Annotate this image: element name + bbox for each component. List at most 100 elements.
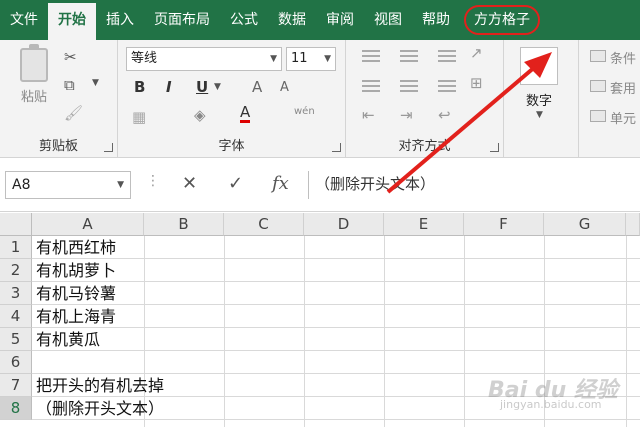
column-header-c[interactable]: C [224, 213, 304, 236]
row-header-7[interactable]: 7 [0, 374, 32, 397]
clipboard-group: 粘贴 ✂ ⧉ ▼ 🖌 剪贴板 [0, 40, 118, 158]
row-header-3[interactable]: 3 [0, 282, 32, 305]
conditional-format-icon [590, 50, 606, 62]
align-top-icon[interactable] [362, 50, 380, 62]
cell-a3[interactable]: 有机马铃薯 [36, 282, 116, 305]
tab-file[interactable]: 文件 [0, 0, 48, 40]
cell-a5[interactable]: 有机黄瓜 [36, 328, 100, 351]
name-box-value: A8 [12, 177, 31, 193]
tab-view[interactable]: 视图 [364, 0, 412, 40]
column-header-d[interactable]: D [304, 213, 384, 236]
row-header-4[interactable]: 4 [0, 305, 32, 328]
underline-dropdown-icon[interactable]: ▼ [214, 82, 221, 92]
row-header-8[interactable]: 8 [0, 397, 32, 420]
italic-button[interactable]: I [166, 78, 172, 96]
row-header-1[interactable]: 1 [0, 236, 32, 259]
tab-data[interactable]: 数据 [268, 0, 316, 40]
align-center-icon[interactable] [400, 80, 418, 92]
copy-icon[interactable]: ⧉ [64, 76, 75, 94]
grid-line [224, 236, 225, 427]
tab-help[interactable]: 帮助 [412, 0, 460, 40]
align-left-icon[interactable] [362, 80, 380, 92]
alignment-launcher-icon[interactable] [490, 143, 499, 152]
cell-a1[interactable]: 有机西红柿 [36, 236, 116, 259]
align-bottom-icon[interactable] [438, 50, 456, 62]
align-middle-icon[interactable] [400, 50, 418, 62]
cell-a7[interactable]: 把开头的有机去掉 [36, 374, 164, 397]
format-as-table-button[interactable]: 套用 [610, 78, 636, 97]
font-group-label: 字体 [218, 139, 245, 154]
cell-styles-button[interactable]: 单元 [610, 108, 636, 127]
font-size-value: 11 [291, 51, 308, 66]
column-header-b[interactable]: B [144, 213, 224, 236]
more-icon: ⋮ [146, 173, 160, 189]
decrease-indent-icon[interactable]: ⇤ [362, 106, 375, 124]
phonetic-guide-button[interactable]: wén [294, 106, 315, 117]
number-format-button[interactable]: % [520, 47, 558, 85]
orientation-icon[interactable]: ↗ [470, 44, 483, 62]
font-grow-button[interactable]: A [252, 78, 262, 96]
column-header-g[interactable]: G [544, 213, 626, 236]
percent-icon: % [533, 59, 545, 73]
name-box[interactable]: A8 ▼ [5, 171, 131, 199]
underline-button[interactable]: U [196, 78, 208, 96]
number-dropdown-icon[interactable]: ▼ [536, 110, 543, 120]
conditional-format-button[interactable]: 条件 [610, 48, 636, 67]
tab-home[interactable]: 开始 [48, 0, 96, 40]
chevron-down-icon: ▼ [270, 54, 277, 64]
increase-indent-icon[interactable]: ⇥ [400, 106, 413, 124]
grid-line [384, 236, 385, 427]
font-name-select[interactable]: 等线 ▼ [126, 47, 282, 71]
cell-a2[interactable]: 有机胡萝卜 [36, 259, 116, 282]
paste-icon [20, 44, 48, 82]
tab-formulas[interactable]: 公式 [220, 0, 268, 40]
column-header-h[interactable] [626, 213, 640, 236]
border-icon[interactable]: ▦ [132, 108, 146, 126]
font-color-button[interactable]: A [240, 104, 251, 123]
wrap-text-icon[interactable]: ↩ [438, 106, 451, 124]
ribbon: 粘贴 ✂ ⧉ ▼ 🖌 剪贴板 等线 ▼ 11 ▼ B I U ▼ A A ▦ ◈… [0, 40, 640, 158]
cut-icon[interactable]: ✂ [64, 48, 77, 66]
clipboard-launcher-icon[interactable] [104, 143, 113, 152]
tab-fangfang-addin[interactable]: 方方格子 [464, 5, 540, 35]
grid-line [626, 236, 627, 427]
copy-dropdown-icon[interactable]: ▼ [92, 78, 99, 88]
formula-bar: A8 ▼ ⋮ ✕ ✓ fx （删除开头文本） [0, 158, 640, 212]
tab-review[interactable]: 审阅 [316, 0, 364, 40]
cell-styles-icon [590, 110, 606, 122]
select-all-corner[interactable] [0, 213, 32, 236]
format-painter-icon[interactable]: 🖌 [64, 104, 83, 122]
alignment-group-label: 对齐方式 [398, 139, 451, 154]
align-right-icon[interactable] [438, 80, 456, 92]
row-header-5[interactable]: 5 [0, 328, 32, 351]
insert-function-button[interactable]: fx [272, 173, 289, 194]
paste-label: 粘贴 [20, 90, 47, 105]
column-header-a[interactable]: A [32, 213, 144, 236]
alignment-group: ↗ ⊞ ⇤ ⇥ ↩ 对齐方式 [346, 40, 504, 158]
font-size-select[interactable]: 11 ▼ [286, 47, 336, 71]
grid-line [304, 236, 305, 427]
row-header-6[interactable]: 6 [0, 351, 32, 374]
tab-page-layout[interactable]: 页面布局 [144, 0, 220, 40]
number-label: 数字 [525, 94, 552, 109]
bold-button[interactable]: B [134, 78, 145, 96]
tab-insert[interactable]: 插入 [96, 0, 144, 40]
chevron-down-icon: ▼ [324, 54, 331, 64]
column-header-e[interactable]: E [384, 213, 464, 236]
menu-bar: 文件 开始 插入 页面布局 公式 数据 审阅 视图 帮助 方方格子 [0, 0, 640, 40]
cell-a4[interactable]: 有机上海青 [36, 305, 116, 328]
fill-color-icon[interactable]: ◈ [194, 106, 206, 124]
font-shrink-button[interactable]: A [280, 80, 289, 95]
paste-button[interactable]: 粘贴 [14, 44, 54, 126]
font-name-value: 等线 [131, 51, 158, 66]
row-header-2[interactable]: 2 [0, 259, 32, 282]
font-launcher-icon[interactable] [332, 143, 341, 152]
enter-icon[interactable]: ✓ [228, 173, 243, 194]
formula-input[interactable]: （删除开头文本） [308, 171, 640, 199]
merge-center-icon[interactable]: ⊞ [470, 74, 483, 92]
cell-a8[interactable]: （删除开头文本） [36, 397, 164, 420]
font-group: 等线 ▼ 11 ▼ B I U ▼ A A ▦ ◈ A wén 字体 [118, 40, 346, 158]
column-header-f[interactable]: F [464, 213, 544, 236]
format-table-icon [590, 80, 606, 92]
cancel-icon[interactable]: ✕ [182, 173, 197, 194]
